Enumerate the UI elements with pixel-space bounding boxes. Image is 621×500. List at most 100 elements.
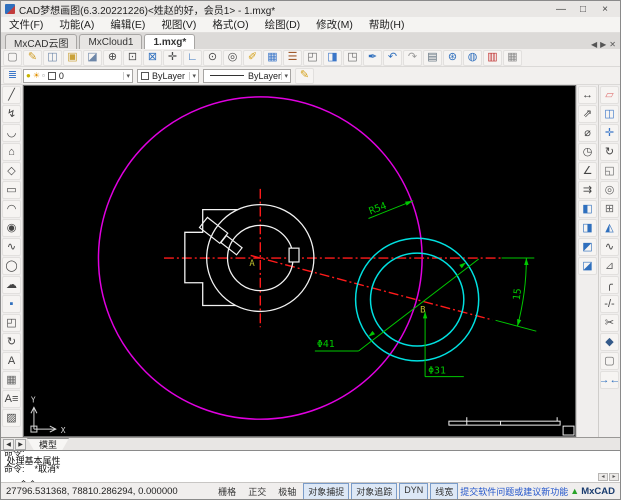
draw-point-icon[interactable]: ▪ [2,295,21,313]
toggle-grid[interactable]: 栅格 [213,483,241,500]
array-icon[interactable]: ⊞ [600,200,619,218]
layer-list-icon[interactable]: ☰ [283,50,302,66]
copy-icon[interactable]: ◫ [600,105,619,123]
annotate-icon[interactable]: ✐ [243,50,262,66]
publish-web-icon[interactable]: ⊛ [443,50,462,66]
redo-icon[interactable]: ↷ [403,50,422,66]
part-tab-neck[interactable] [221,236,242,255]
make-block-icon[interactable]: ↻ [2,333,21,351]
part-body-outline[interactable] [185,210,238,306]
minimize-button[interactable]: — [550,4,572,15]
new-file-icon[interactable]: ▢ [3,50,22,66]
dim-diameter-icon[interactable]: ⌀ [578,124,597,142]
tab-scroll-left-icon[interactable]: ◀ [591,40,597,49]
dim-aligned-icon[interactable]: ⇗ [578,105,597,123]
toggle-dyn[interactable]: DYN [399,483,428,500]
insert-image-icon[interactable]: ▦ [2,371,21,389]
tab-close-icon[interactable]: ✕ [609,40,616,49]
layer-manager-icon[interactable]: ≣ [3,68,22,84]
offset-icon[interactable]: ◎ [600,181,619,199]
layout-next-icon[interactable]: ▶ [15,439,26,450]
join-icon[interactable]: →← [600,371,619,389]
draw-line-icon[interactable]: ╱ [2,86,21,104]
toggle-osnap[interactable]: 对象捕捉 [303,483,349,500]
command-window[interactable]: 命令: 处理基本属性 命令: *取消* 命令: ◂ ▸ [1,450,620,482]
dim-angle-15[interactable]: 15 [496,258,537,331]
solid-3d-icon[interactable]: ◆ [600,333,619,351]
menu-function[interactable]: 功能(A) [51,17,102,32]
open-folder-icon[interactable]: ▣ [63,50,82,66]
draw-polygon-icon[interactable]: ⌂ [2,143,21,161]
menu-view[interactable]: 视图(V) [153,17,204,32]
linetype-select[interactable]: ByLayer ▾ [203,69,291,83]
dim-radius-icon[interactable]: ◷ [578,143,597,161]
draw-arc-icon[interactable]: ◠ [2,200,21,218]
draw-revcloud-icon[interactable]: ☁ [2,276,21,294]
draw-arc-cont-icon[interactable]: ◡ [2,124,21,142]
insert-block-icon[interactable]: ◰ [2,314,21,332]
toggle-lineweight[interactable]: 线宽 [430,483,458,500]
draw-polygon-edge-icon[interactable]: ◇ [2,162,21,180]
model-tab[interactable]: 模型 [27,438,69,450]
color-palette-icon[interactable]: ▦ [263,50,282,66]
zoom-window-icon[interactable]: ⊡ [123,50,142,66]
draw-hatch-icon[interactable]: ▨ [2,409,21,427]
dim-linear-icon[interactable]: ↔ [578,86,597,104]
select-set-icon[interactable]: ◳ [343,50,362,66]
draw-text-icon[interactable]: A [2,352,21,370]
doc-tab-1-mxg[interactable]: 1.mxg* [144,34,195,49]
dim-phi41[interactable]: Φ41 [315,259,479,351]
dim-text-edit-icon[interactable]: ◨ [578,219,597,237]
draw-polyline-icon[interactable]: ↯ [2,105,21,123]
doc-tab-mxcloud1[interactable]: MxCloud1 [79,34,142,49]
zoom-all-icon[interactable]: ⊠ [143,50,162,66]
object-props-icon[interactable]: ✒ [363,50,382,66]
match-properties-icon[interactable]: ✎ [295,68,314,84]
tab-scroll-right-icon[interactable]: ▶ [600,40,606,49]
view-rotate-icon[interactable]: ∟ [183,50,202,66]
dim-phi31-text[interactable]: Φ31 [428,366,446,377]
cad-drawing[interactable]: A B R54 Φ41 [24,86,575,436]
save-icon[interactable]: ◫ [43,50,62,66]
menu-draw[interactable]: 绘图(D) [257,17,309,32]
break-icon[interactable]: -/- [600,295,619,313]
draw-rectangle-icon[interactable]: ▭ [2,181,21,199]
dim-r54[interactable]: R54 [368,201,414,219]
find-icon[interactable]: ◎ [223,50,242,66]
doc-tab-mxcad-cloud[interactable]: MxCAD云图 [5,34,77,49]
rotate-icon[interactable]: ↻ [600,143,619,161]
scroll-right-icon[interactable]: ▸ [609,473,619,481]
polyline-edit-icon[interactable]: ∿ [600,238,619,256]
region-icon[interactable]: ▢ [600,352,619,370]
stretch-icon[interactable]: ⊿ [600,257,619,275]
block-manager-icon[interactable]: ◰ [303,50,322,66]
scale-bar[interactable] [449,417,574,435]
drawing-canvas[interactable]: A B R54 Φ41 [23,85,576,437]
dim-r54-text[interactable]: R54 [368,201,389,218]
pan-icon[interactable]: ✛ [163,50,182,66]
dim-phi41-text[interactable]: Φ41 [317,339,335,350]
toggle-ortho[interactable]: 正交 [243,483,271,500]
feedback-link[interactable]: 提交软件问题或建议新功能 [460,485,568,498]
layout-prev-icon[interactable]: ◀ [3,439,14,450]
label-point-a[interactable]: A [249,259,255,269]
dim-style-icon[interactable]: ◪ [578,257,597,275]
draw-circle-icon[interactable]: ◉ [2,219,21,237]
move-icon[interactable]: ✛ [600,124,619,142]
mirror-icon[interactable]: ◭ [600,219,619,237]
part-keyway[interactable] [289,248,299,262]
menu-edit[interactable]: 编辑(E) [102,17,153,32]
insert-raster-icon[interactable]: ▦ [503,50,522,66]
dim-edit-icon[interactable]: ◧ [578,200,597,218]
map-service-icon[interactable]: ◍ [463,50,482,66]
menu-file[interactable]: 文件(F) [1,17,51,32]
draw-ellipse-icon[interactable]: ◯ [2,257,21,275]
print-icon[interactable]: ▤ [423,50,442,66]
close-button[interactable]: × [594,4,616,15]
fillet-icon[interactable]: ╭ [600,276,619,294]
menu-format[interactable]: 格式(O) [204,17,256,32]
scroll-left-icon[interactable]: ◂ [598,473,608,481]
dim-angle-text[interactable]: 15 [512,288,524,301]
dim-angular-icon[interactable]: ∠ [578,162,597,180]
draw-spline-icon[interactable]: ∿ [2,238,21,256]
